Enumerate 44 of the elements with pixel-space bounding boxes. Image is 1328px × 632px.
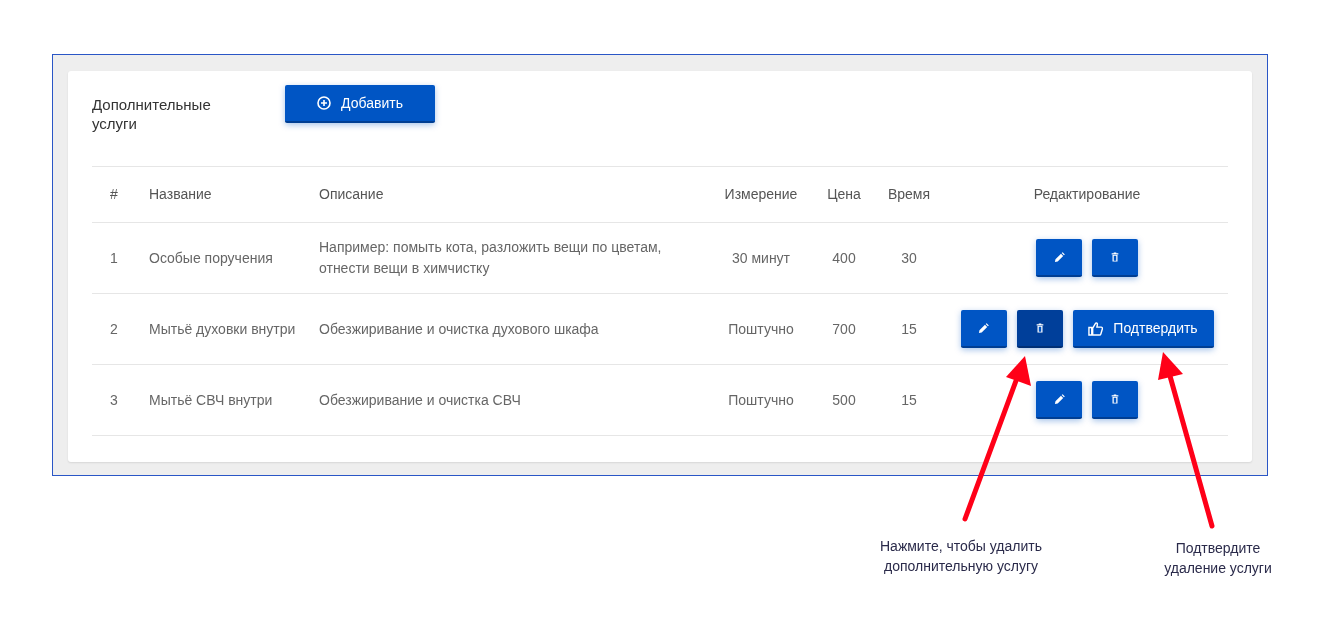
pencil-icon	[1053, 251, 1065, 263]
column-header: Название	[148, 185, 213, 204]
table-cell-text: Мытьё СВЧ внутри	[148, 390, 274, 410]
thumbs-up-icon	[1088, 320, 1104, 336]
table-cell-text: 2	[109, 319, 119, 339]
table-cell-text: Особые поручения	[148, 248, 274, 268]
annotation-text: Подтвердите удаление услуги	[1163, 539, 1273, 578]
table-cell-text: Обезжиривание и очистка СВЧ	[318, 390, 522, 410]
table-cell-text: 30 минут	[730, 248, 792, 268]
table-cell-text: 15	[900, 319, 918, 339]
annotation-text: Нажмите, чтобы удалить дополнительную услугу	[879, 537, 1043, 576]
edit-button[interactable]	[960, 310, 1007, 348]
table-cell-text: 1	[109, 248, 119, 268]
column-header: Описание	[318, 185, 385, 204]
edit-button[interactable]	[1036, 381, 1082, 419]
delete-button[interactable]	[1016, 310, 1063, 348]
panel-title: Дополнительные услуги	[92, 95, 212, 133]
table-cell-text: Мытьё духовки внутри	[148, 319, 297, 339]
table-cell-text: Обезжиривание и очистка духового шкафа	[318, 319, 600, 339]
plus-circle-icon	[317, 96, 332, 110]
table-cell-text: 30	[900, 248, 918, 268]
pencil-icon	[978, 322, 989, 334]
column-header: Цена	[826, 185, 862, 204]
trash-icon	[1034, 323, 1045, 333]
confirm-button[interactable]: Подтвердить	[1072, 310, 1214, 348]
pencil-icon	[1053, 393, 1065, 405]
column-header: Время	[886, 185, 932, 204]
trash-icon	[1110, 394, 1120, 404]
table-cell-text: Поштучно	[727, 319, 795, 339]
table-cell-text: 500	[831, 390, 857, 410]
delete-button[interactable]	[1092, 239, 1138, 277]
table-cell-text: 3	[109, 390, 119, 410]
table-cell-text: 15	[900, 390, 918, 410]
table-cell-text: Поштучно	[727, 390, 795, 410]
add-button[interactable]: Добавить	[285, 85, 435, 123]
edit-button[interactable]	[1036, 239, 1082, 277]
delete-button[interactable]	[1092, 381, 1138, 419]
column-header: Измерение	[723, 185, 799, 204]
table-cell-text: 400	[831, 248, 857, 268]
table-cell-text: Например: помыть кота, разложить вещи по цветам, отнести вещи в химчистку	[318, 238, 663, 278]
trash-icon	[1110, 252, 1120, 262]
column-header: #	[109, 185, 119, 204]
table-cell-text: 700	[831, 319, 857, 339]
column-header: Редактирование	[1032, 185, 1142, 204]
